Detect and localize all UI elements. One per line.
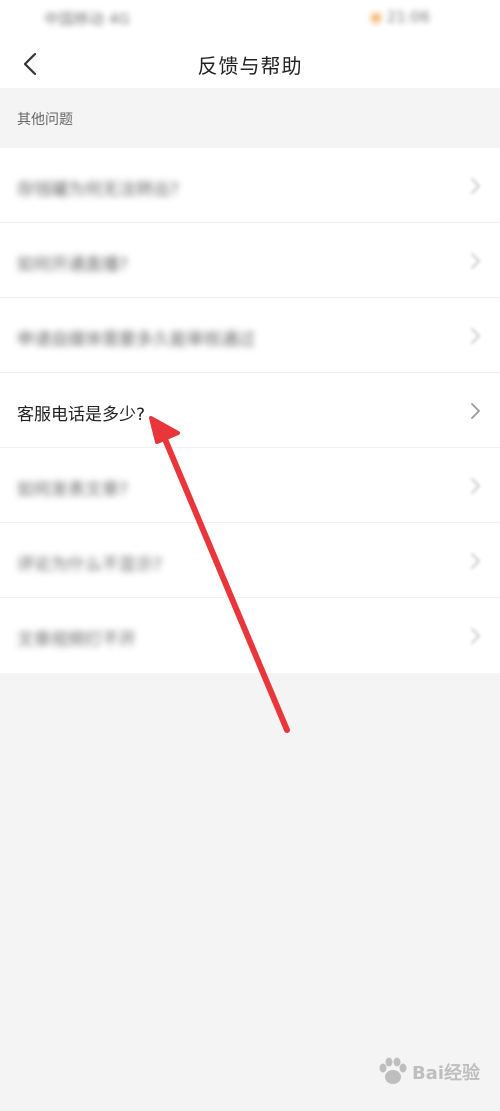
watermark: Bai经验 <box>376 1057 480 1087</box>
chevron-right-icon <box>471 478 480 494</box>
chevron-right-icon <box>471 553 480 569</box>
faq-item-label: 文章视频打不开 <box>17 630 136 650</box>
battery-icon <box>370 12 381 23</box>
faq-item[interactable]: 申请自媒体需要多久能审核通过 <box>0 298 500 373</box>
faq-item-label: 评论为什么不显示? <box>17 555 163 575</box>
status-bar: 中国移动 4G 21:06 <box>0 0 500 40</box>
faq-item[interactable]: 如何发表文章? <box>0 448 500 523</box>
status-time: 21:06 <box>370 8 430 26</box>
faq-item[interactable]: 存钱罐为何无法转出? <box>0 148 500 223</box>
carrier-label: 中国移动 4G <box>44 10 130 28</box>
chevron-right-icon <box>471 328 480 344</box>
faq-item-customer-service-phone[interactable]: 客服电话是多少? <box>0 373 500 448</box>
section-header: 其他问题 <box>0 88 500 148</box>
faq-item-label: 如何发表文章? <box>17 480 129 500</box>
faq-list: 存钱罐为何无法转出? 如何开通直播? 申请自媒体需要多久能审核通过 客服电话是多… <box>0 148 500 673</box>
navigation-bar: 反馈与帮助 <box>0 40 500 88</box>
chevron-right-icon <box>471 253 480 269</box>
chevron-right-icon <box>471 403 480 419</box>
chevron-right-icon <box>471 628 480 644</box>
faq-item[interactable]: 评论为什么不显示? <box>0 523 500 598</box>
faq-item[interactable]: 如何开通直播? <box>0 223 500 298</box>
chevron-right-icon <box>471 178 480 194</box>
faq-item-label: 如何开通直播? <box>17 255 129 275</box>
faq-item[interactable]: 文章视频打不开 <box>0 598 500 673</box>
watermark-text: Bai经验 <box>411 1063 480 1084</box>
paw-logo-icon <box>379 1057 407 1084</box>
section-title: 其他问题 <box>17 112 73 128</box>
faq-item-label: 客服电话是多少? <box>17 405 146 425</box>
time-label: 21:06 <box>386 8 430 26</box>
faq-item-label: 申请自媒体需要多久能审核通过 <box>17 330 255 350</box>
faq-item-label: 存钱罐为何无法转出? <box>17 180 180 200</box>
page-title: 反馈与帮助 <box>197 54 303 78</box>
